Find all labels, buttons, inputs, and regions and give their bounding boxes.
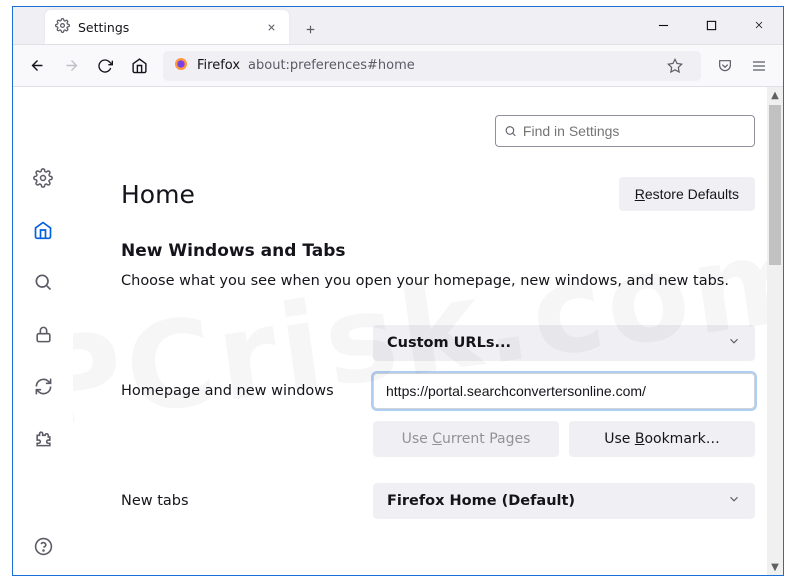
home-button[interactable] bbox=[123, 50, 155, 82]
url-text: about:preferences#home bbox=[248, 58, 415, 73]
window-controls bbox=[639, 6, 783, 44]
sidebar-item-sync[interactable] bbox=[28, 371, 58, 401]
forward-button[interactable] bbox=[55, 50, 87, 82]
close-window-button[interactable] bbox=[735, 6, 783, 44]
section-description: Choose what you see when you open your h… bbox=[121, 271, 755, 291]
scroll-up-arrow[interactable]: ▲ bbox=[767, 87, 783, 103]
main-panel: PCrisk.com Home Restore Defaults New Win… bbox=[73, 87, 783, 575]
section-heading: New Windows and Tabs bbox=[121, 241, 755, 261]
sidebar-item-home[interactable] bbox=[28, 215, 58, 245]
tab-title: Settings bbox=[78, 20, 255, 35]
gear-icon bbox=[55, 18, 70, 37]
toolbar: Firefox about:preferences#home bbox=[13, 45, 783, 87]
search-icon bbox=[504, 124, 517, 138]
reload-button[interactable] bbox=[89, 50, 121, 82]
homepage-url-input[interactable] bbox=[386, 383, 742, 399]
chevron-down-icon bbox=[727, 492, 741, 510]
chevron-down-icon bbox=[727, 334, 741, 352]
menu-button[interactable] bbox=[743, 50, 775, 82]
content: PCrisk.com Home Restore Defaults New Win… bbox=[13, 87, 783, 575]
use-bookmark-button[interactable]: Use Bookmark… bbox=[569, 421, 755, 457]
use-current-pages-button[interactable]: Use Current Pages bbox=[373, 421, 559, 457]
sidebar-item-search[interactable] bbox=[28, 267, 58, 297]
pocket-button[interactable] bbox=[709, 50, 741, 82]
sidebar-item-extensions[interactable] bbox=[28, 423, 58, 453]
url-brand: Firefox bbox=[197, 58, 240, 73]
sidebar bbox=[13, 87, 73, 575]
restore-defaults-button[interactable]: Restore Defaults bbox=[619, 177, 755, 211]
tab-bar: Settings bbox=[13, 7, 783, 45]
page-title: Home bbox=[121, 180, 195, 209]
sidebar-item-help[interactable] bbox=[28, 531, 58, 561]
newtabs-label: New tabs bbox=[121, 493, 361, 509]
homepage-label: Homepage and new windows bbox=[121, 383, 361, 399]
tab-settings[interactable]: Settings bbox=[45, 10, 289, 44]
sidebar-item-privacy[interactable] bbox=[28, 319, 58, 349]
browser-window: Settings Firefox about:preferences#home bbox=[12, 6, 784, 576]
url-bar[interactable]: Firefox about:preferences#home bbox=[163, 51, 701, 81]
close-icon[interactable] bbox=[263, 19, 279, 35]
settings-search-input[interactable] bbox=[523, 123, 746, 139]
minimize-button[interactable] bbox=[639, 6, 687, 44]
back-button[interactable] bbox=[21, 50, 53, 82]
newtabs-select[interactable]: Firefox Home (Default) bbox=[373, 483, 755, 519]
homepage-select-value: Custom URLs... bbox=[387, 335, 511, 351]
bookmark-star-icon[interactable] bbox=[659, 50, 691, 82]
scroll-down-arrow[interactable]: ▼ bbox=[767, 559, 783, 575]
homepage-url-field[interactable] bbox=[373, 373, 755, 409]
maximize-button[interactable] bbox=[687, 6, 735, 44]
settings-search[interactable] bbox=[495, 115, 755, 147]
scroll-thumb[interactable] bbox=[769, 105, 781, 265]
newtabs-select-value: Firefox Home (Default) bbox=[387, 493, 575, 509]
homepage-select[interactable]: Custom URLs... bbox=[373, 325, 755, 361]
firefox-icon bbox=[173, 56, 189, 76]
new-tab-button[interactable] bbox=[295, 14, 325, 44]
sidebar-item-general[interactable] bbox=[28, 163, 58, 193]
vertical-scrollbar[interactable]: ▲ ▼ bbox=[767, 87, 783, 575]
